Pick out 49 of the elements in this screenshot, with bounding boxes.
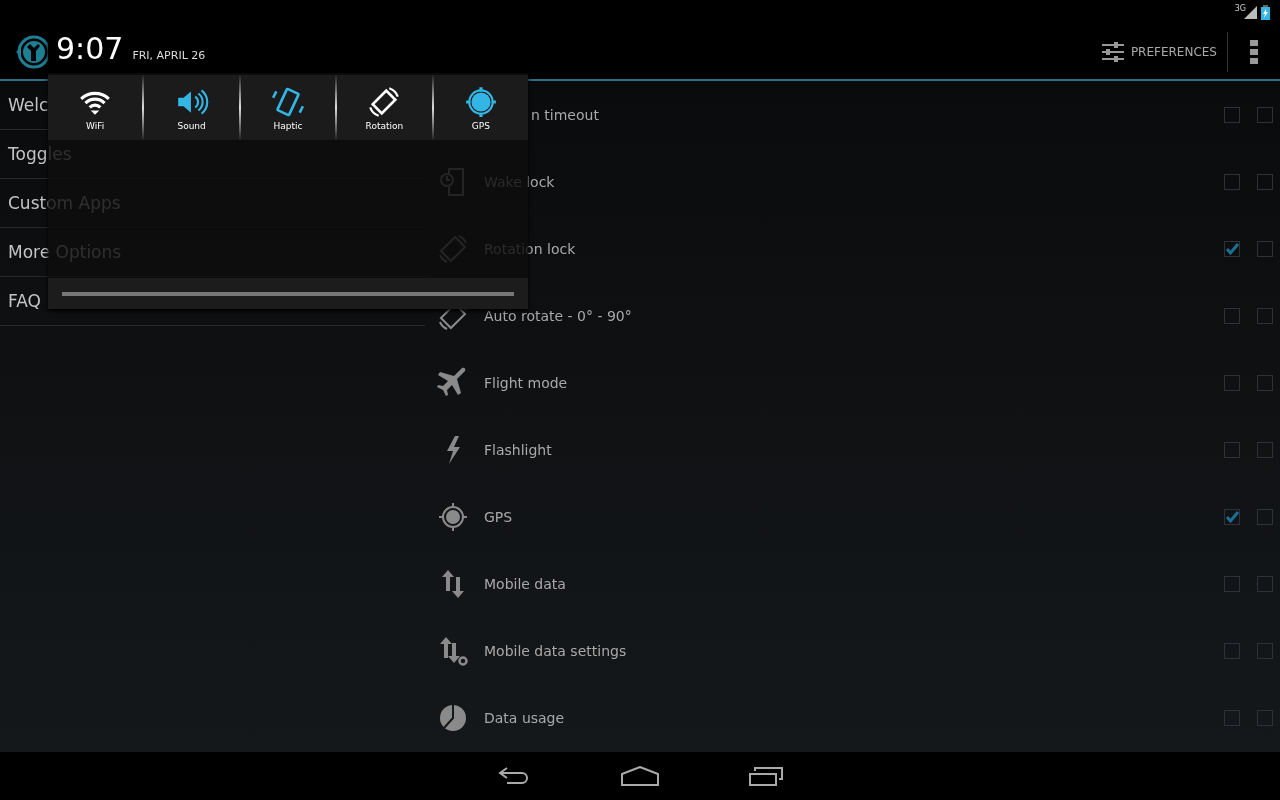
battery-charging-icon	[1261, 5, 1270, 20]
checkbox[interactable]	[1257, 642, 1273, 659]
checkbox[interactable]	[1224, 106, 1240, 123]
checkbox[interactable]	[1224, 441, 1240, 458]
toggle-label: Auto rotate - 0° - 90°	[484, 307, 632, 324]
toggle-label: n timeout	[531, 106, 599, 123]
checkbox[interactable]	[1224, 240, 1240, 257]
toggle-label: Flight mode	[484, 374, 568, 391]
checkbox[interactable]	[1224, 307, 1240, 324]
checkbox[interactable]	[1224, 173, 1240, 190]
checkbox[interactable]	[1257, 575, 1273, 592]
toggle-label: Flashlight	[484, 441, 552, 458]
checkbox[interactable]	[1257, 709, 1273, 726]
checkbox[interactable]	[1257, 173, 1273, 190]
quick-setting-tile[interactable]: WiFi	[48, 75, 143, 140]
crosshair-circle-icon	[463, 84, 498, 119]
menu-item-label[interactable]: Welc	[8, 95, 49, 115]
overflow-menu-icon[interactable]	[1250, 40, 1258, 64]
checkbox[interactable]	[1224, 508, 1240, 525]
home-icon[interactable]	[621, 766, 659, 786]
checkbox[interactable]	[1257, 240, 1273, 257]
panel-handle[interactable]	[48, 278, 528, 309]
checkbox[interactable]	[1257, 374, 1273, 391]
recent-apps-icon[interactable]	[749, 766, 783, 786]
quick-setting-tile[interactable]: Rotation	[335, 75, 432, 140]
toggle-label: Mobile data settings	[484, 642, 627, 659]
sliders-icon	[1100, 40, 1125, 64]
menu-item-label[interactable]: FAQ	[8, 291, 41, 311]
quick-setting-tile[interactable]: GPS	[431, 75, 529, 140]
preferences-button[interactable]: PREFERENCES	[1090, 32, 1228, 72]
checkbox[interactable]	[1257, 441, 1273, 458]
network-type-label: 3G	[1234, 4, 1246, 13]
checkbox[interactable]	[1257, 106, 1273, 123]
crosshair-circle-icon	[437, 500, 469, 533]
toggle-label: Data usage	[484, 709, 565, 726]
signal-icon	[1244, 6, 1257, 19]
date-label: FRI, APRIL 26	[132, 49, 206, 62]
checkbox[interactable]	[1224, 374, 1240, 391]
toggle-label: GPS	[484, 508, 513, 525]
quick-setting-tile[interactable]: Sound	[142, 75, 239, 140]
checkbox[interactable]	[1257, 508, 1273, 525]
checkbox[interactable]	[1224, 575, 1240, 592]
clock-time: 9:07	[56, 31, 124, 66]
checkbox[interactable]	[1224, 642, 1240, 659]
checkbox[interactable]	[1257, 307, 1273, 324]
back-icon[interactable]	[497, 766, 531, 786]
checkbox[interactable]	[1224, 709, 1240, 726]
toggle-label: Mobile data	[484, 575, 566, 592]
quick-setting-tile[interactable]: Haptic	[238, 75, 336, 140]
